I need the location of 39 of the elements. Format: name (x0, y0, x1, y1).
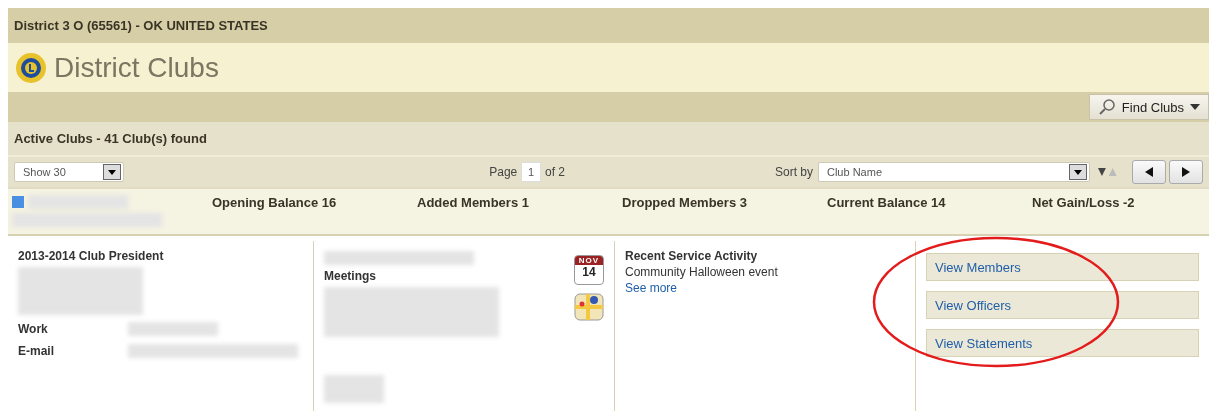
club-color-square (12, 196, 24, 208)
activity-heading: Recent Service Activity (625, 249, 758, 263)
caret-icon (108, 169, 117, 175)
meetings-heading: Meetings (324, 269, 376, 283)
page-title: District Clubs (54, 51, 219, 84)
page-count: of 2 (544, 165, 565, 179)
left-arrow-icon (1145, 167, 1153, 177)
view-button[interactable]: View Statements (926, 329, 1199, 357)
contact-label: Work (18, 322, 49, 336)
search-icon (1097, 98, 1116, 116)
contact-label: E-mail (18, 344, 55, 358)
blurred-text (324, 375, 384, 403)
president-heading: 2013-2014 Club President (18, 249, 164, 263)
caret-icon (1190, 104, 1200, 110)
caret-icon (1074, 169, 1083, 175)
show-select[interactable]: Show 30 (14, 162, 125, 182)
next-page-button[interactable] (1169, 160, 1203, 184)
lions-logo-icon (14, 50, 48, 85)
summary-stat: Current Balance 14 (827, 195, 946, 210)
sort-select[interactable]: Club Name (818, 162, 1091, 182)
view-button[interactable]: View Members (926, 253, 1199, 281)
district-title: District 3 O (65561) - OK UNITED STATES (14, 18, 268, 33)
sort-order-icon[interactable] (1098, 167, 1118, 177)
page-label: Page (489, 165, 518, 179)
map-icon[interactable] (574, 293, 604, 321)
right-arrow-icon (1182, 167, 1190, 177)
find-clubs-button[interactable]: Find Clubs (1088, 94, 1209, 120)
summary-stat: Added Members 1 (417, 195, 529, 210)
previous-page-button[interactable] (1132, 160, 1166, 184)
page-field[interactable]: 1 (521, 162, 541, 182)
view-button[interactable]: View Officers (926, 291, 1199, 319)
calendar-icon[interactable]: NOV 14 (574, 255, 604, 285)
summary-stat: Dropped Members 3 (622, 195, 747, 210)
summary-stat: Net Gain/Loss -2 (1032, 195, 1135, 210)
results-title: Active Clubs - 41 Club(s) found (14, 131, 207, 146)
see-more-link[interactable]: See more (625, 281, 678, 295)
summary-stat: Opening Balance 16 (212, 195, 337, 210)
activity-text: Community Halloween event (625, 265, 778, 279)
sort-label: Sort by (774, 165, 813, 179)
